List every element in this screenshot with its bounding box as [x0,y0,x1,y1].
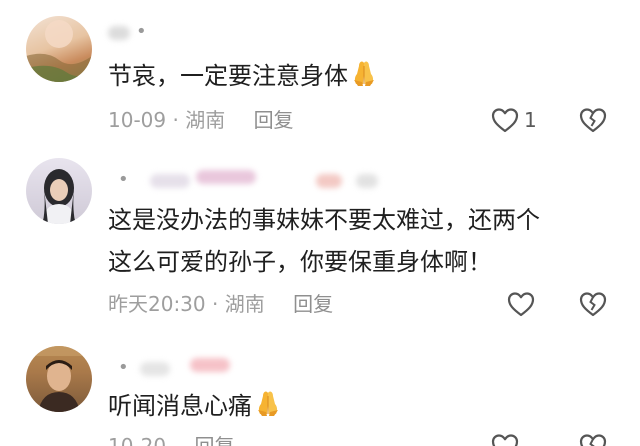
comment-date: 10-20 [108,434,167,446]
comment-location: 湖南 [185,108,226,132]
separator: · [212,292,219,316]
comment-text-content: 节哀，一定要注意身体 [108,62,348,90]
comment-item: • 听闻消息心痛 10-20 回复 [0,340,640,446]
comment-text-line-1: 这是没办法的事妹妹不要太难过，还两个 [108,206,540,234]
reply-button[interactable]: 回复 [293,292,333,316]
username-blurred[interactable] [150,174,190,188]
avatar[interactable] [26,346,92,412]
username-dot: • [118,357,129,378]
comment-text: 听闻消息心痛 [108,388,608,424]
broken-heart-icon[interactable] [578,106,608,134]
username-blurred-decoration [316,174,342,188]
comment-date: 10-09 [108,108,167,132]
like-heart-icon[interactable] [490,432,520,446]
comment-item: • 这是没办法的事妹妹不要太难过，还两个 这么可爱的孙子，你要保重身体啊！ 昨天… [0,140,640,340]
comment-meta: 昨天20:30 · 湖南 回复 [108,292,333,316]
username-blurred-decoration [356,174,378,188]
comment-meta: 10-09 · 湖南 回复 [108,108,294,132]
comment-text-line-2: 这么可爱的孙子，你要保重身体啊！ [108,248,492,276]
comment-location: 湖南 [224,292,265,316]
like-heart-icon[interactable] [490,106,520,134]
separator: · [172,108,179,132]
broken-heart-icon[interactable] [578,432,608,446]
avatar[interactable] [26,16,92,82]
avatar[interactable] [26,158,92,224]
username-blurred-decoration [190,358,230,372]
comment-date: 昨天20:30 [108,292,206,316]
comment-text: 节哀，一定要注意身体 [108,58,608,94]
comment-list: • 节哀，一定要注意身体 10-09 · 湖南 回复 1 • 这是没办法的事妹妹… [0,0,640,446]
broken-heart-icon[interactable] [578,290,608,318]
comment-text-content: 听闻消息心痛 [108,392,252,420]
username-blurred[interactable] [108,26,130,40]
folded-hands-icon [354,61,374,86]
like-heart-icon[interactable] [506,290,536,318]
like-count: 1 [524,108,537,132]
reply-button[interactable]: 回复 [194,434,234,446]
reply-button[interactable]: 回复 [254,108,294,132]
username-dot: • [136,21,147,42]
username-blurred-decoration [196,170,256,184]
comment-item: • 节哀，一定要注意身体 10-09 · 湖南 回复 1 [0,0,640,140]
username-blurred[interactable] [140,362,170,376]
comment-meta: 10-20 回复 [108,434,234,446]
folded-hands-icon [258,391,278,416]
username-dot: • [118,169,129,190]
